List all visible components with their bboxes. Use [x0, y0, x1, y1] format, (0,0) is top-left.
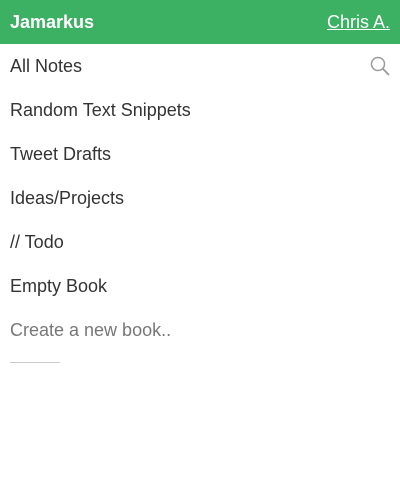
- create-new-book-button[interactable]: Create a new book..: [0, 308, 400, 352]
- book-item-all-notes[interactable]: All Notes: [0, 44, 400, 88]
- divider: [10, 362, 60, 363]
- book-item-tweet-drafts[interactable]: Tweet Drafts: [0, 132, 400, 176]
- app-header: Jamarkus Chris A.: [0, 0, 400, 44]
- book-item-empty-book[interactable]: Empty Book: [0, 264, 400, 308]
- book-list: All Notes Random Text Snippets Tweet Dra…: [0, 44, 400, 363]
- user-account-link[interactable]: Chris A.: [327, 12, 390, 33]
- search-icon[interactable]: [370, 56, 390, 76]
- book-item-todo[interactable]: // Todo: [0, 220, 400, 264]
- book-item-random-text-snippets[interactable]: Random Text Snippets: [0, 88, 400, 132]
- app-title: Jamarkus: [10, 11, 95, 32]
- book-item-ideas-projects[interactable]: Ideas/Projects: [0, 176, 400, 220]
